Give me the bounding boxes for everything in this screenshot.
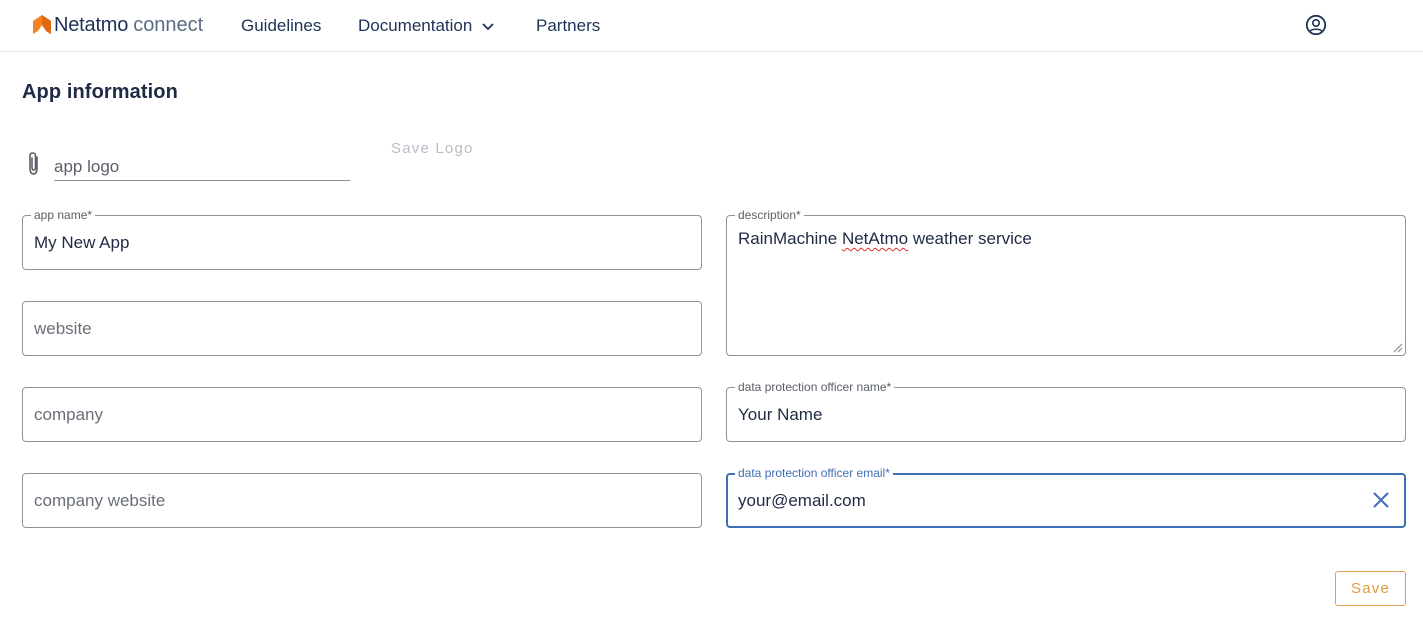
- top-navbar: Netatmo connect Guidelines Documentation…: [0, 0, 1423, 52]
- app-logo-input[interactable]: [54, 148, 350, 181]
- nav-guidelines-label: Guidelines: [241, 16, 322, 35]
- company-field: [22, 387, 702, 442]
- netatmo-logo-icon: [33, 15, 51, 34]
- close-icon[interactable]: [1372, 491, 1390, 509]
- netatmo-connect-logo[interactable]: Netatmo connect: [33, 13, 203, 37]
- resize-handle-icon[interactable]: [1391, 341, 1403, 353]
- website-input[interactable]: [34, 302, 690, 355]
- dpo-name-field: data protection officer name*: [726, 380, 1406, 442]
- nav-partners[interactable]: Partners: [536, 0, 600, 52]
- website-field: [22, 301, 702, 356]
- app-name-input[interactable]: [34, 216, 690, 269]
- company-input[interactable]: [34, 388, 690, 441]
- brand-suffix: connect: [133, 13, 204, 36]
- save-logo-button[interactable]: Save Logo: [391, 140, 474, 157]
- nav-documentation-label: Documentation: [358, 16, 473, 35]
- description-textarea[interactable]: RainMachine NetAtmo weather service: [738, 229, 1032, 249]
- nav-guidelines[interactable]: Guidelines: [241, 0, 321, 52]
- dpo-name-input[interactable]: [738, 388, 1394, 441]
- dpo-email-input[interactable]: [738, 475, 1354, 526]
- description-label: description*: [735, 208, 804, 222]
- description-text-part2: weather service: [908, 229, 1032, 248]
- account-circle-icon[interactable]: [1305, 14, 1327, 36]
- chevron-down-icon: [482, 16, 494, 36]
- dpo-email-field: data protection officer email*: [726, 466, 1406, 528]
- paperclip-icon[interactable]: [24, 151, 44, 177]
- save-button[interactable]: Save: [1335, 571, 1406, 606]
- page-title: App information: [22, 81, 178, 103]
- company-website-input[interactable]: [34, 474, 690, 527]
- company-website-field: [22, 473, 702, 528]
- brand-name: Netatmo: [54, 13, 129, 36]
- description-misspelled-word: NetAtmo: [841, 229, 909, 248]
- description-text-part1: RainMachine: [738, 229, 842, 248]
- app-name-field: app name*: [22, 208, 702, 270]
- description-field[interactable]: description* RainMachine NetAtmo weather…: [726, 208, 1406, 356]
- nav-partners-label: Partners: [536, 16, 601, 35]
- nav-documentation[interactable]: Documentation: [358, 0, 494, 52]
